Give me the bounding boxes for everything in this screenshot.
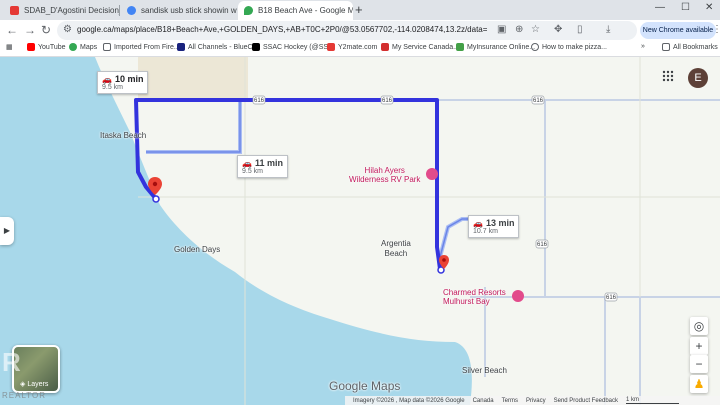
tab-strip: SDAB_D'Agostini Decision_...pdf ✕ sandis…: [0, 0, 720, 20]
road-shield-616: 616: [254, 98, 265, 104]
my-location-button[interactable]: ◎: [690, 317, 708, 335]
bookmark-y2mate[interactable]: Y2mate.com: [327, 43, 377, 51]
bookmark-maps[interactable]: Maps: [69, 43, 97, 51]
zoom-out-button[interactable]: −: [690, 355, 708, 373]
minimize-button[interactable]: —: [655, 2, 665, 13]
map-canvas[interactable]: 616 616 616 616 616 Itaska Beach Golden …: [0, 57, 720, 405]
map-footer: Imagery ©2026 , Map data ©2026 Google Ca…: [345, 396, 720, 405]
extensions-icon[interactable]: ✥: [554, 24, 562, 35]
route-11-min-line: [136, 98, 242, 154]
route-start-dot: [152, 195, 160, 203]
place-hilah-ayers-rv-park[interactable]: Hilah Ayers Wilderness RV Park: [349, 166, 420, 184]
footer-privacy-link[interactable]: Privacy: [526, 398, 546, 404]
lake-water: [0, 57, 472, 405]
bookmark-bluec[interactable]: All Channels - BlueC...: [177, 43, 258, 51]
car-icon: 🚗: [102, 74, 112, 84]
google-apps-icon[interactable]: [662, 70, 674, 82]
apps-grid-icon[interactable]: ▦: [6, 43, 13, 51]
road-shield-616: 616: [382, 98, 393, 104]
url-text: google.ca/maps/place/B18+Beach+Ave,+GOLD…: [77, 25, 487, 34]
footer-terms-link[interactable]: Terms: [502, 398, 518, 404]
footer-feedback-link[interactable]: Send Product Feedback: [554, 398, 618, 404]
route-card-11-min[interactable]: 🚗 11 min 9.5 km: [237, 155, 288, 178]
close-window-button[interactable]: ✕: [705, 2, 713, 13]
menu-icon[interactable]: ⋮: [712, 24, 720, 35]
zoom-in-button[interactable]: +: [690, 337, 708, 355]
tab-search[interactable]: sandisk usb stick showin write p... ✕: [121, 1, 237, 20]
forward-button[interactable]: →: [24, 23, 36, 37]
download-icon[interactable]: ⤓: [606, 24, 610, 35]
install-app-icon[interactable]: ▣: [497, 24, 506, 35]
reload-button[interactable]: ↻: [41, 23, 51, 37]
expand-side-panel-button[interactable]: ▶: [0, 217, 14, 245]
realtor-watermark-logo: R: [2, 347, 21, 377]
maps-pin-icon: [244, 6, 253, 15]
pdf-icon: [10, 6, 19, 15]
bookmark-service-canada[interactable]: My Service Canada...: [381, 43, 459, 51]
google-maps-logo: Google Maps: [329, 379, 401, 393]
bookmarks-bar: ▦ YouTube Maps Imported From Fire... All…: [0, 41, 720, 57]
tab-title: SDAB_D'Agostini Decision_...pdf: [24, 6, 120, 15]
route-card-13-min[interactable]: 🚗 13 min 10.7 km: [468, 215, 520, 238]
road-shield-616: 616: [533, 98, 544, 104]
rv-park-poi-icon: [426, 168, 438, 180]
place-argentia-beach[interactable]: Argentia Beach: [381, 239, 411, 259]
car-icon: 🚗: [242, 158, 252, 168]
tab-title: B18 Beach Ave - Google Maps: [258, 6, 353, 15]
scale-bar[interactable]: 1 km: [626, 397, 680, 404]
resort-poi-icon: [512, 290, 524, 302]
place-charmed-resorts[interactable]: Charmed Resorts Mulhurst Bay: [443, 288, 506, 306]
zoom-icon[interactable]: ⊕: [515, 24, 523, 35]
tab-pdf[interactable]: SDAB_D'Agostini Decision_...pdf ✕: [4, 1, 120, 20]
place-golden-days[interactable]: Golden Days: [174, 245, 220, 254]
address-bar[interactable]: ⚙ google.ca/maps/place/B18+Beach+Ave,+GO…: [57, 21, 637, 40]
all-bookmarks-folder[interactable]: All Bookmarks: [662, 43, 718, 51]
site-info-icon[interactable]: ⚙: [63, 24, 72, 35]
pegman-icon[interactable]: ♟: [690, 375, 708, 393]
road-shield-616: 616: [537, 242, 548, 248]
place-silver-beach[interactable]: Silver Beach: [462, 366, 507, 375]
roads: [437, 99, 720, 405]
car-icon: 🚗: [473, 218, 483, 228]
new-chrome-available-button[interactable]: New Chrome available: [640, 22, 716, 39]
realtor-watermark-text: REALTOR: [2, 391, 47, 400]
bookmark-folder-imported[interactable]: Imported From Fire...: [103, 43, 180, 51]
bookmark-ssac[interactable]: SSAC Hockey (@SS...: [252, 43, 334, 51]
map-base: 616 616 616 616 616: [0, 57, 720, 405]
new-tab-button[interactable]: +: [355, 2, 363, 17]
tab-maps[interactable]: B18 Beach Ave - Google Maps ✕: [238, 1, 353, 20]
route-card-10-min[interactable]: 🚗 10 min 9.5 km: [97, 71, 149, 94]
account-avatar[interactable]: E: [688, 68, 708, 88]
back-button[interactable]: ←: [6, 23, 18, 37]
bookmarks-overflow-icon[interactable]: »: [641, 43, 645, 50]
tab-title: sandisk usb stick showin write p...: [141, 6, 237, 15]
browser-toolbar: ← → ↻ ⚙ google.ca/maps/place/B18+Beach+A…: [0, 20, 720, 57]
bookmark-myinsurance[interactable]: MyInsurance Online...: [456, 43, 535, 51]
bookmark-star-icon[interactable]: ☆: [531, 24, 540, 35]
footer-canada-link[interactable]: Canada: [473, 398, 494, 404]
field-area: [138, 57, 248, 101]
google-icon: [127, 6, 136, 15]
bookmark-youtube[interactable]: YouTube: [27, 43, 66, 51]
attribution-text: Imagery ©2026 , Map data ©2026 Google: [353, 397, 465, 404]
maximize-button[interactable]: ☐: [681, 2, 690, 13]
place-itaska-beach[interactable]: Itaska Beach: [100, 131, 146, 140]
road-shield-616: 616: [606, 295, 617, 301]
side-panel-icon[interactable]: ▯: [577, 24, 583, 35]
bookmark-pizza[interactable]: How to make pizza...: [531, 43, 607, 51]
